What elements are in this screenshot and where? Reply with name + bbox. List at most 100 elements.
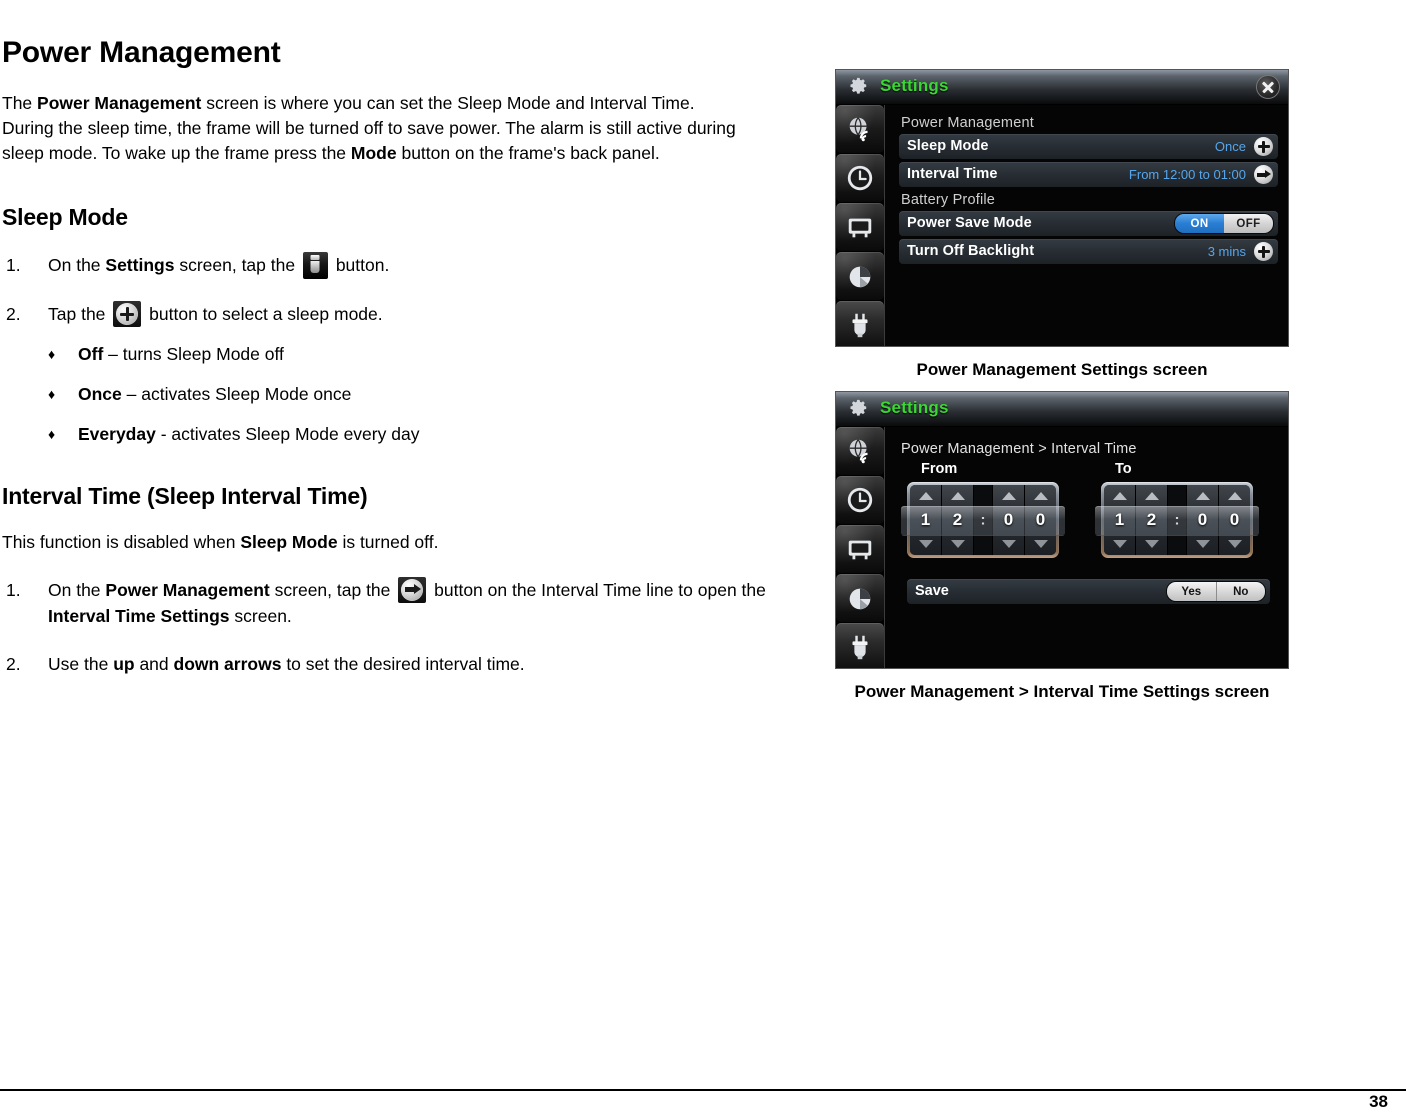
colon-separator: : (980, 511, 986, 529)
up-arrow-icon[interactable] (1144, 492, 1159, 500)
down-arrow-icon[interactable] (950, 540, 965, 548)
step-bold-up: up (113, 653, 135, 674)
to-minute-tens-column[interactable]: 0 (1187, 485, 1219, 555)
up-arrow-icon[interactable] (1195, 492, 1210, 500)
colon-separator: : (1174, 511, 1180, 529)
interval-time-note: This function is disabled when Sleep Mod… (0, 510, 770, 555)
interval-time-heading: Interval Time (Sleep Interval Time) (2, 483, 368, 510)
power-save-mode-toggle[interactable]: ON OFF (1175, 214, 1273, 233)
sleep-mode-steps: 1. On the Settings screen, tap the button… (0, 252, 770, 328)
option-description: – turns Sleep Mode off (103, 344, 284, 365)
settings-row-sleep-mode[interactable]: Sleep Mode Once (899, 134, 1278, 159)
sleep-mode-section: Sleep Mode 1. On the Settings screen, tap… (0, 166, 770, 447)
intro-bold-power-management: Power Management (37, 93, 202, 113)
device-title: Settings (880, 398, 949, 417)
plus-circle-icon[interactable] (1254, 137, 1273, 156)
from-minute-tens-column[interactable]: 0 (993, 485, 1025, 555)
sidebar-item-network[interactable] (836, 105, 884, 153)
sidebar-item-network[interactable] (836, 427, 884, 475)
sleep-mode-options: ♦ Off – turns Sleep Mode off ♦ Once – acti… (0, 341, 770, 447)
settings-row-power-save-mode[interactable]: Power Save Mode ON OFF (899, 211, 1278, 236)
sidebar-item-frame[interactable] (836, 203, 884, 251)
save-no-button[interactable]: No (1217, 582, 1266, 601)
down-arrow-icon[interactable] (1033, 540, 1048, 548)
digit: 0 (1229, 510, 1240, 529)
from-hour-tens-column[interactable]: 1 (910, 485, 942, 555)
up-arrow-icon[interactable] (1227, 492, 1242, 500)
note-pre: This function is disabled when (2, 531, 241, 552)
to-hour-tens-column[interactable]: 1 (1104, 485, 1136, 555)
list-item: ♦ Everyday - activates Sleep Mode every d… (0, 421, 770, 447)
digit: 0 (1197, 510, 1208, 529)
plus-circle-icon[interactable] (1254, 242, 1273, 261)
step-text-pre: Tap the (48, 304, 111, 325)
from-hour-ones-column[interactable]: 2 (942, 485, 974, 555)
settings-row-turn-off-backlight[interactable]: Turn Off Backlight 3 mins (899, 239, 1278, 264)
breadcrumb: Power Management > Interval Time (901, 441, 1137, 457)
sidebar-item-power[interactable] (836, 623, 884, 668)
digit: 2 (952, 510, 963, 529)
sidebar-item-clock[interactable] (836, 154, 884, 202)
sleep-step-1: 1. On the Settings screen, tap the button… (0, 252, 770, 280)
settings-row-interval-time[interactable]: Interval Time From 12:00 to 01:00 (899, 162, 1278, 187)
row-label: Sleep Mode (907, 138, 989, 154)
toggle-segment-on[interactable]: ON (1175, 214, 1224, 233)
option-label: Off (78, 344, 104, 365)
to-spinner[interactable]: 1 2 : 0 0 (1095, 482, 1259, 558)
note-bold-sleep-mode: Sleep Mode (240, 531, 338, 552)
sidebar-item-pie-chart[interactable] (836, 252, 884, 300)
row-value: From 12:00 to 01:00 (1128, 167, 1246, 182)
intro-bold-mode: Mode (350, 143, 397, 163)
close-icon[interactable] (1256, 75, 1280, 99)
step-text-pre: On the (48, 255, 106, 276)
interval-step-1: 1. On the Power Management screen, tap th… (0, 576, 770, 629)
network-globe-icon (849, 117, 868, 142)
up-arrow-icon[interactable] (1112, 492, 1127, 500)
list-item: ♦ Off – turns Sleep Mode off (0, 341, 770, 367)
step-text-post: button to select a sleep mode. (144, 304, 383, 325)
page-title: Power Management (2, 36, 281, 69)
step-text-post: button. (330, 255, 390, 276)
to-separator-column: : (1168, 485, 1187, 555)
save-label: Save (915, 583, 949, 599)
sidebar-item-power[interactable] (836, 301, 884, 346)
device-body: Power Management Sleep Mode Once Interva… (836, 105, 1288, 346)
device-sidebar-rail (836, 427, 885, 668)
down-arrow-icon[interactable] (918, 540, 933, 548)
save-yes-button[interactable]: Yes (1167, 582, 1217, 601)
up-arrow-icon[interactable] (950, 492, 965, 500)
pie-chart-icon (849, 266, 871, 288)
up-arrow-icon[interactable] (1033, 492, 1048, 500)
footer-divider (0, 1089, 1406, 1091)
step-text-post2: screen. (229, 605, 292, 626)
up-arrow-icon[interactable] (918, 492, 933, 500)
arrow-right-circle-icon (398, 576, 427, 603)
up-arrow-icon[interactable] (1001, 492, 1016, 500)
document-page: Power Management The Power Management sc… (0, 0, 1406, 1117)
to-hour-ones-column[interactable]: 2 (1136, 485, 1168, 555)
down-arrow-icon[interactable] (1144, 540, 1159, 548)
down-arrow-icon[interactable] (1195, 540, 1210, 548)
digit: 0 (1003, 510, 1014, 529)
option-description: – activates Sleep Mode once (121, 384, 352, 405)
sidebar-item-pie-chart[interactable] (836, 574, 884, 622)
sidebar-item-frame[interactable] (836, 525, 884, 573)
save-confirm-toggle[interactable]: Yes No (1167, 582, 1265, 601)
digit: 1 (920, 510, 931, 529)
to-minute-ones-column[interactable]: 0 (1219, 485, 1250, 555)
from-minute-ones-column[interactable]: 0 (1025, 485, 1056, 555)
down-arrow-icon[interactable] (1227, 540, 1242, 548)
down-arrow-icon[interactable] (1112, 540, 1127, 548)
option-description: - activates Sleep Mode every day (155, 424, 420, 445)
toggle-segment-off[interactable]: OFF (1224, 214, 1273, 233)
arrow-right-circle-icon[interactable] (1254, 165, 1273, 184)
down-arrow-icon[interactable] (1001, 540, 1016, 548)
step-text-post1: button on the Interval Time line to open… (429, 579, 766, 600)
from-spinner[interactable]: 1 2 : 0 0 (901, 482, 1065, 558)
caption-power-management: Power Management Settings screen (916, 360, 1208, 379)
step-text-mid: screen, tap the (174, 255, 300, 276)
sidebar-item-clock[interactable] (836, 476, 884, 524)
intro-prefix: The (2, 93, 38, 113)
power-plug-icon (852, 635, 868, 660)
gear-icon (844, 395, 870, 421)
